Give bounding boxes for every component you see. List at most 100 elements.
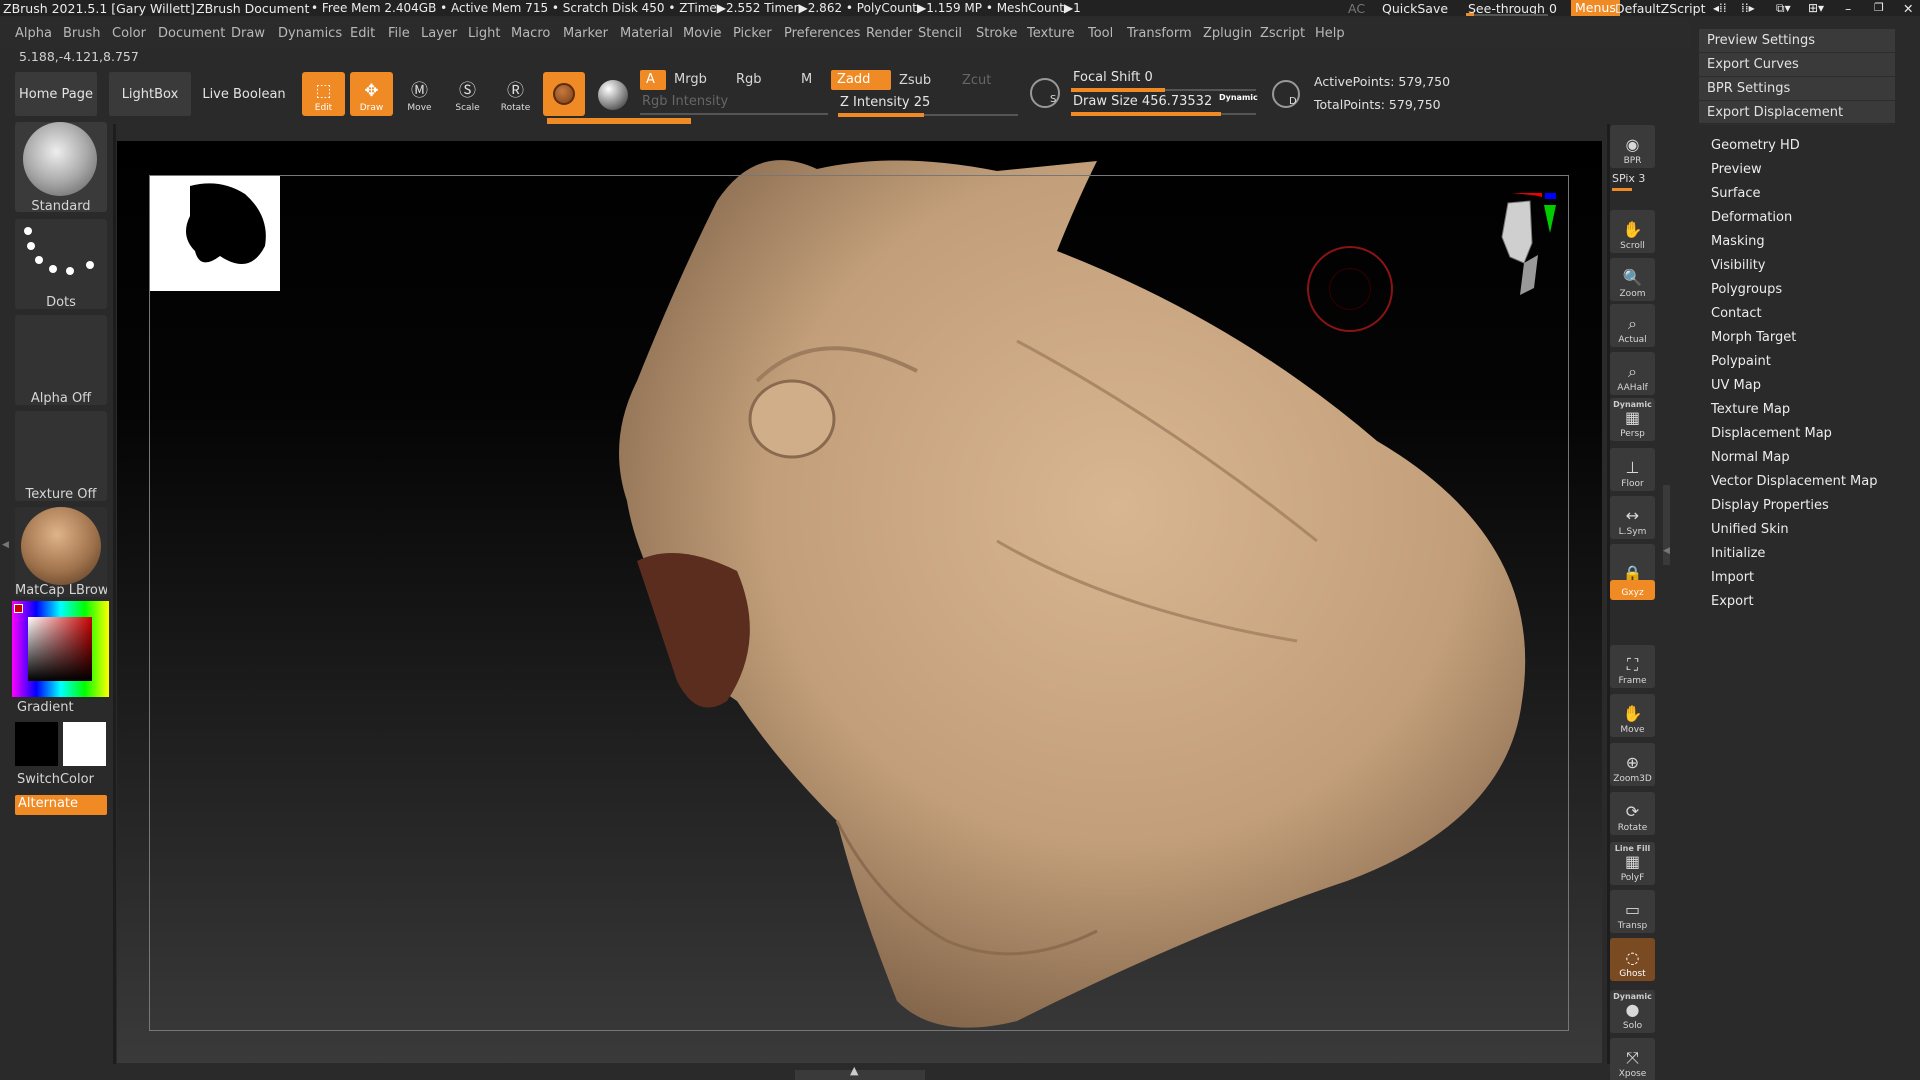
xpose-button[interactable]: ⤧ Xpose [1610, 1038, 1655, 1080]
focal-shift-slider[interactable]: Focal Shift 0 [1071, 70, 1256, 92]
main-color-swatch[interactable] [63, 722, 106, 766]
frame-button[interactable]: ⛶ Frame [1610, 645, 1655, 688]
export-curves-item[interactable]: Export Curves [1699, 53, 1895, 77]
menu-alpha[interactable]: Alpha [15, 26, 52, 41]
home-page-button[interactable]: Home Page [15, 72, 97, 116]
subpalette-display-properties[interactable]: Display Properties [1711, 498, 1829, 513]
scale-button[interactable]: Ⓢ Scale [446, 72, 489, 116]
menu-marker[interactable]: Marker [563, 26, 608, 41]
menu-help[interactable]: Help [1315, 26, 1345, 41]
menu-material[interactable]: Material [620, 26, 673, 41]
bottom-tray-arrow-icon[interactable]: ▲ [850, 1064, 858, 1077]
zsub-button[interactable]: Zsub [893, 71, 937, 91]
m-button[interactable]: M [795, 70, 818, 90]
navigator-thumbnail[interactable] [150, 176, 280, 291]
left-tray-handle-icon[interactable]: ◀ [2, 540, 9, 550]
lightbox-button[interactable]: LightBox [109, 72, 191, 116]
aahalf-button[interactable]: ⌕ AAHalf [1610, 352, 1655, 395]
zoom-button[interactable]: 🔍 Zoom [1610, 258, 1655, 301]
close-icon[interactable]: ✕ [1903, 1, 1913, 16]
subpalette-geometry-hd[interactable]: Geometry HD [1711, 138, 1800, 153]
rotate-button[interactable]: ⟳ Rotate [1610, 792, 1655, 835]
actual-button[interactable]: ⌕ Actual [1610, 304, 1655, 347]
bottom-tray-handle[interactable] [795, 1070, 925, 1080]
ac-label[interactable]: AC [1348, 1, 1365, 16]
subpalette-unified-skin[interactable]: Unified Skin [1711, 522, 1789, 537]
move-button[interactable]: ✋ Move [1610, 694, 1655, 737]
menu-edit[interactable]: Edit [350, 26, 375, 41]
menu-dynamics[interactable]: Dynamics [278, 26, 342, 41]
subpalette-displacement-map[interactable]: Displacement Map [1711, 426, 1832, 441]
subpalette-morph-target[interactable]: Morph Target [1711, 330, 1796, 345]
zoom3d-button[interactable]: ⊕ Zoom3D [1610, 743, 1655, 786]
layout-prev-icon[interactable]: ◂⁞⁞ [1713, 1, 1727, 15]
scroll-button[interactable]: ✋ Scroll [1610, 210, 1655, 253]
menus-toggle[interactable]: Menus [1571, 0, 1620, 16]
rgb-intensity-slider[interactable]: Rgb Intensity [640, 94, 828, 116]
transp-button[interactable]: ▭ Transp [1610, 890, 1655, 933]
layout-next-icon[interactable]: ⁞⁞▸ [1741, 1, 1755, 15]
subpalette-polypaint[interactable]: Polypaint [1711, 354, 1771, 369]
solo-button[interactable]: Dynamic ● Solo [1610, 990, 1655, 1033]
menu-file[interactable]: File [388, 26, 410, 41]
menu-tool[interactable]: Tool [1088, 26, 1113, 41]
menu-preferences[interactable]: Preferences [784, 26, 860, 41]
l-sym-button[interactable]: ↔ L.Sym [1610, 496, 1655, 539]
subpalette-import[interactable]: Import [1711, 570, 1754, 585]
menu-transform[interactable]: Transform [1127, 26, 1192, 41]
color-picker[interactable] [12, 601, 109, 697]
menu-stroke[interactable]: Stroke [976, 26, 1017, 41]
floor-button[interactable]: ⊥ Floor [1610, 448, 1655, 491]
restore-icon[interactable]: ❐ [1874, 1, 1884, 14]
menu-render[interactable]: Render [866, 26, 912, 41]
subpalette-masking[interactable]: Masking [1711, 234, 1765, 249]
ui-icon[interactable]: ⊞▾ [1808, 1, 1824, 15]
menu-layer[interactable]: Layer [421, 26, 457, 41]
menu-movie[interactable]: Movie [683, 26, 721, 41]
layout-icon[interactable]: ⧉▾ [1776, 1, 1791, 16]
z-intensity-slider[interactable]: Z Intensity 25 [838, 95, 1018, 117]
move-button[interactable]: Ⓜ Move [398, 72, 441, 116]
draw-button[interactable]: ✥ Draw [350, 72, 393, 116]
menu-zscript[interactable]: Zscript [1260, 26, 1305, 41]
subpalette-polygroups[interactable]: Polygroups [1711, 282, 1782, 297]
gradient-label[interactable]: Gradient [17, 700, 109, 715]
menu-stencil[interactable]: Stencil [918, 26, 962, 41]
default-zscript-button[interactable]: DefaultZScript [1615, 1, 1706, 16]
subpalette-texture-map[interactable]: Texture Map [1711, 402, 1790, 417]
subpalette-normal-map[interactable]: Normal Map [1711, 450, 1790, 465]
quicksave-button[interactable]: QuickSave [1382, 1, 1448, 16]
persp-button[interactable]: Dynamic ▦ Persp [1610, 398, 1655, 441]
menu-zplugin[interactable]: Zplugin [1203, 26, 1252, 41]
menu-picker[interactable]: Picker [733, 26, 772, 41]
menu-macro[interactable]: Macro [511, 26, 550, 41]
bpr-settings-item[interactable]: BPR Settings [1699, 77, 1895, 101]
a-button[interactable]: A [640, 70, 666, 90]
subpalette-visibility[interactable]: Visibility [1711, 258, 1765, 273]
minimize-icon[interactable]: – [1845, 1, 1851, 16]
edit-button[interactable]: ⬚ Edit [302, 72, 345, 116]
export-displacement-item[interactable]: Export Displacement [1699, 101, 1895, 125]
orientation-gizmo[interactable] [1468, 181, 1556, 303]
color-square[interactable] [28, 617, 92, 681]
subpalette-uv-map[interactable]: UV Map [1711, 378, 1761, 393]
subpalette-deformation[interactable]: Deformation [1711, 210, 1792, 225]
right-tray-handle-icon[interactable]: ◀ [1663, 546, 1670, 556]
menu-document[interactable]: Document [158, 26, 225, 41]
xyz-symmetry-button[interactable]: Gxyz [1610, 580, 1655, 600]
polyf-button[interactable]: Line Fill ▦ PolyF [1610, 842, 1655, 885]
rotate-button[interactable]: Ⓡ Rotate [494, 72, 537, 116]
menu-color[interactable]: Color [112, 26, 146, 41]
subpalette-contact[interactable]: Contact [1711, 306, 1762, 321]
menu-brush[interactable]: Brush [63, 26, 101, 41]
menu-texture[interactable]: Texture [1027, 26, 1075, 41]
subpalette-export[interactable]: Export [1711, 594, 1754, 609]
subpalette-initialize[interactable]: Initialize [1711, 546, 1765, 561]
mrgb-button[interactable]: Mrgb [668, 70, 713, 90]
dynamic-size-toggle[interactable]: Dynamic [1219, 93, 1258, 102]
subpalette-preview[interactable]: Preview [1711, 162, 1762, 177]
subpalette-surface[interactable]: Surface [1711, 186, 1761, 201]
preview-settings-item[interactable]: Preview Settings [1699, 29, 1895, 53]
menu-draw[interactable]: Draw [231, 26, 265, 41]
live-boolean-button[interactable]: Live Boolean [201, 72, 287, 116]
